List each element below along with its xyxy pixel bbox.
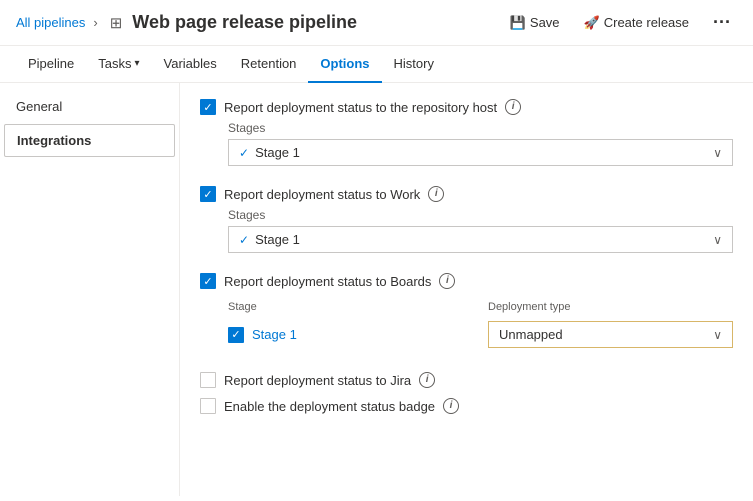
boards-table: Stage Deployment type ✓ Stage 1 Unmapped…: [228, 297, 733, 352]
checkbox-badge[interactable]: [200, 398, 216, 414]
sidebar-item-integrations[interactable]: Integrations: [4, 124, 175, 157]
main-layout: General Integrations ✓ Report deployment…: [0, 83, 753, 496]
section-badge: Enable the deployment status badge i: [200, 398, 733, 414]
info-icon-badge[interactable]: i: [443, 398, 459, 414]
stage1-link[interactable]: Stage 1: [252, 327, 297, 342]
checkbox-row-jira: Report deployment status to Jira i: [200, 372, 733, 388]
topbar: All pipelines › ⊞ Web page release pipel…: [0, 0, 753, 46]
rocket-icon: 🚀: [584, 15, 600, 31]
checkmark-icon: ✓: [203, 275, 212, 288]
checkbox-repo-host[interactable]: ✓: [200, 99, 216, 115]
checkmark-icon: ✓: [203, 188, 212, 201]
tab-retention[interactable]: Retention: [229, 46, 309, 83]
stages-label-repo: Stages: [228, 121, 733, 135]
sidebar: General Integrations: [0, 83, 180, 496]
repo-host-label: Report deployment status to the reposito…: [224, 100, 497, 115]
dropdown-work-stages[interactable]: ✓ Stage 1 ∨: [228, 226, 733, 253]
nav-tabs: Pipeline Tasks ▾ Variables Retention Opt…: [0, 46, 753, 83]
breadcrumb-separator: ›: [93, 15, 97, 30]
info-icon-jira[interactable]: i: [419, 372, 435, 388]
checkbox-jira[interactable]: [200, 372, 216, 388]
jira-label: Report deployment status to Jira: [224, 373, 411, 388]
col-deployment: Deployment type: [488, 301, 733, 313]
checkbox-stage1[interactable]: ✓: [228, 327, 244, 343]
info-icon-repo[interactable]: i: [505, 99, 521, 115]
save-icon: 💾: [510, 15, 526, 31]
chevron-down-icon: ▾: [135, 58, 140, 69]
table-header: Stage Deployment type: [228, 297, 733, 317]
checkmark-icon: ✓: [231, 328, 240, 341]
info-icon-boards[interactable]: i: [439, 273, 455, 289]
td-deployment-cell: Unmapped ∨: [488, 321, 733, 348]
dropdown-check-icon: ✓: [239, 233, 249, 247]
chevron-down-icon: ∨: [713, 146, 722, 160]
more-button[interactable]: ···: [707, 10, 737, 35]
checkbox-row-boards: ✓ Report deployment status to Boards i: [200, 273, 733, 289]
dropdown-repo-stages[interactable]: ✓ Stage 1 ∨: [228, 139, 733, 166]
chevron-down-icon: ∨: [713, 233, 722, 247]
work-label: Report deployment status to Work: [224, 187, 420, 202]
page-title: Web page release pipeline: [132, 12, 497, 33]
chevron-down-icon: ∨: [713, 328, 722, 342]
col-stage: Stage: [228, 301, 478, 313]
content-area: ✓ Report deployment status to the reposi…: [180, 83, 753, 496]
dropdown-check-icon: ✓: [239, 146, 249, 160]
save-button[interactable]: 💾 Save: [504, 11, 566, 35]
section-boards: ✓ Report deployment status to Boards i S…: [200, 273, 733, 352]
checkbox-row-badge: Enable the deployment status badge i: [200, 398, 733, 414]
tab-pipeline[interactable]: Pipeline: [16, 46, 86, 83]
stages-label-work: Stages: [228, 208, 733, 222]
tab-options[interactable]: Options: [308, 46, 381, 83]
tab-variables[interactable]: Variables: [152, 46, 229, 83]
checkbox-boards[interactable]: ✓: [200, 273, 216, 289]
boards-label: Report deployment status to Boards: [224, 274, 431, 289]
breadcrumb-link[interactable]: All pipelines: [16, 15, 85, 30]
create-release-button[interactable]: 🚀 Create release: [578, 11, 695, 35]
sidebar-item-general[interactable]: General: [0, 91, 179, 122]
section-jira: Report deployment status to Jira i: [200, 372, 733, 388]
unmapped-value: Unmapped: [499, 327, 563, 342]
topbar-actions: 💾 Save 🚀 Create release ···: [504, 10, 737, 35]
checkbox-row-work: ✓ Report deployment status to Work i: [200, 186, 733, 202]
td-stage-cell: ✓ Stage 1: [228, 327, 478, 343]
section-work: ✓ Report deployment status to Work i Sta…: [200, 186, 733, 253]
table-row: ✓ Stage 1 Unmapped ∨: [228, 317, 733, 352]
checkbox-work[interactable]: ✓: [200, 186, 216, 202]
section-repo-host: ✓ Report deployment status to the reposi…: [200, 99, 733, 166]
checkbox-row-repo: ✓ Report deployment status to the reposi…: [200, 99, 733, 115]
info-icon-work[interactable]: i: [428, 186, 444, 202]
checkmark-icon: ✓: [203, 101, 212, 114]
tab-tasks[interactable]: Tasks ▾: [86, 46, 151, 83]
tab-history[interactable]: History: [382, 46, 446, 83]
badge-label: Enable the deployment status badge: [224, 399, 435, 414]
pipeline-icon: ⊞: [110, 14, 123, 32]
unmapped-dropdown[interactable]: Unmapped ∨: [488, 321, 733, 348]
